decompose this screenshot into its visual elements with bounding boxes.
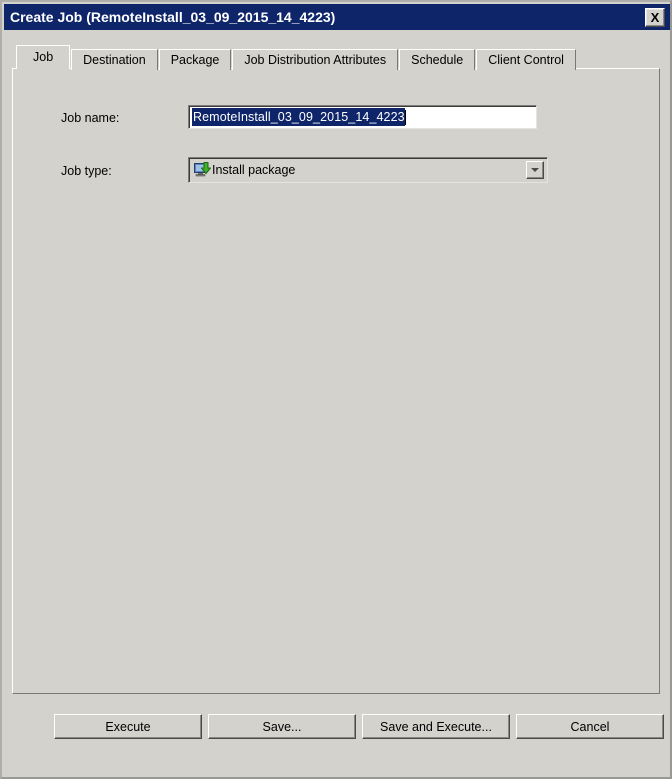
dialog-button-bar: Execute Save... Save and Execute... Canc…: [2, 702, 670, 777]
text-caret: [404, 109, 406, 125]
job-type-select[interactable]: Install package: [188, 157, 548, 183]
close-icon[interactable]: X: [645, 7, 665, 27]
tab-client-control[interactable]: Client Control: [476, 49, 576, 70]
execute-button[interactable]: Execute: [54, 714, 202, 739]
job-name-value: RemoteInstall_03_09_2015_14_4223: [192, 108, 405, 126]
save-and-execute-button[interactable]: Save and Execute...: [362, 714, 510, 739]
job-name-input[interactable]: RemoteInstall_03_09_2015_14_4223: [188, 105, 537, 129]
window-title: Create Job (RemoteInstall_03_09_2015_14_…: [10, 9, 336, 25]
tab-job-distribution-attributes[interactable]: Job Distribution Attributes: [232, 49, 399, 70]
job-type-label: Job type:: [61, 164, 112, 178]
tab-destination[interactable]: Destination: [71, 49, 158, 70]
tab-job[interactable]: Job: [16, 45, 71, 69]
chevron-down-icon[interactable]: [526, 161, 544, 179]
title-bar[interactable]: Create Job (RemoteInstall_03_09_2015_14_…: [4, 4, 670, 30]
install-package-icon: [194, 162, 211, 178]
save-button[interactable]: Save...: [208, 714, 356, 739]
job-tab-panel: Job name: RemoteInstall_03_09_2015_14_42…: [12, 68, 660, 694]
tab-package[interactable]: Package: [158, 49, 232, 70]
tab-schedule[interactable]: Schedule: [399, 49, 476, 70]
create-job-dialog: Create Job (RemoteInstall_03_09_2015_14_…: [0, 0, 672, 779]
tab-strip: Job Destination Package Job Distribution…: [16, 45, 577, 70]
cancel-button[interactable]: Cancel: [516, 714, 664, 739]
job-type-value: Install package: [212, 163, 296, 177]
job-name-label: Job name:: [61, 111, 120, 125]
